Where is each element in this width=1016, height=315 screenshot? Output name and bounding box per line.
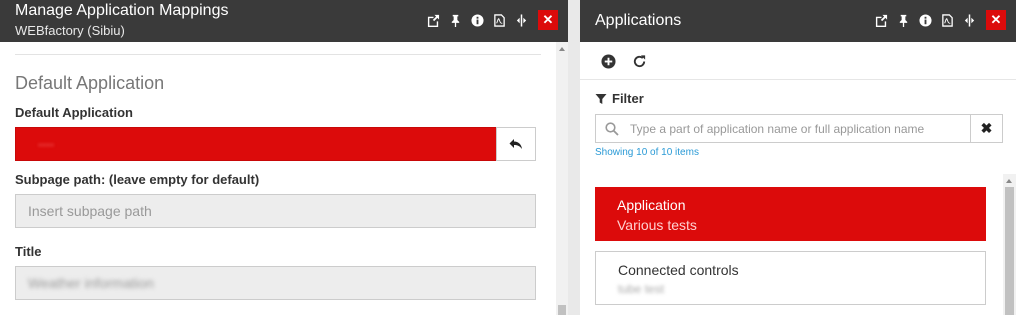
item-title: Application xyxy=(617,197,686,213)
undo-icon xyxy=(509,139,522,149)
apps-toolbar xyxy=(580,42,1016,80)
default-app-value: ---- xyxy=(38,137,54,151)
refresh-icon[interactable] xyxy=(630,52,648,70)
item-subtitle: Various tests xyxy=(617,217,697,233)
title-input[interactable]: Weather information xyxy=(15,266,536,300)
pdf-icon[interactable] xyxy=(936,10,958,30)
filter-icon xyxy=(595,93,607,104)
left-scrollbar[interactable] xyxy=(556,42,568,315)
filter-heading: Filter xyxy=(595,91,644,106)
close-icon[interactable]: ✕ xyxy=(538,10,558,30)
panel-header: Applications ✕ xyxy=(580,0,1016,42)
default-app-field[interactable]: ---- xyxy=(15,127,497,161)
default-app-label: Default Application xyxy=(15,105,133,120)
resize-icon[interactable] xyxy=(510,10,532,30)
right-scrollbar[interactable] xyxy=(1003,174,1016,315)
info-icon[interactable] xyxy=(914,10,936,30)
item-title: Connected controls xyxy=(618,262,739,278)
list-item[interactable]: Connected controls tube test xyxy=(595,251,986,305)
panel-subtitle: WEBfactory (Sibiu) xyxy=(15,23,125,38)
close-icon[interactable]: ✕ xyxy=(986,10,1006,30)
showing-count: Showing 10 of 10 items xyxy=(595,147,699,158)
list-item[interactable]: Application Various tests xyxy=(595,187,986,241)
header-toolbar: ✕ xyxy=(422,10,558,30)
filter-label: Filter xyxy=(612,91,644,106)
header-toolbar: ✕ xyxy=(870,10,1006,30)
pin-icon[interactable] xyxy=(444,10,466,30)
applications-panel: Applications ✕ Filter Type a part of app… xyxy=(580,0,1016,315)
subpage-input[interactable]: Insert subpage path xyxy=(15,194,536,228)
scroll-thumb[interactable] xyxy=(558,305,566,315)
undo-button[interactable] xyxy=(496,127,536,161)
scroll-up-icon[interactable] xyxy=(1006,179,1012,183)
pin-icon[interactable] xyxy=(892,10,914,30)
clear-search-button[interactable]: ✖ xyxy=(970,114,1003,143)
add-icon[interactable] xyxy=(599,52,617,70)
search-input[interactable] xyxy=(630,115,960,142)
panel-title: Applications xyxy=(595,12,682,29)
title-value: Weather information xyxy=(28,275,154,291)
popout-icon[interactable] xyxy=(422,10,444,30)
section-title: Default Application xyxy=(15,73,165,93)
search-box xyxy=(595,114,971,143)
title-label: Title xyxy=(15,244,42,259)
popout-icon[interactable] xyxy=(870,10,892,30)
panel-body: Default Application Default Application … xyxy=(0,42,556,315)
info-icon[interactable] xyxy=(466,10,488,30)
manage-mappings-panel: Manage Application Mappings WEBfactory (… xyxy=(0,0,568,315)
scroll-thumb[interactable] xyxy=(1005,187,1014,315)
item-subtitle: tube test xyxy=(618,282,665,296)
scroll-up-icon[interactable] xyxy=(559,47,565,51)
resize-icon[interactable] xyxy=(958,10,980,30)
pdf-icon[interactable] xyxy=(488,10,510,30)
search-icon xyxy=(605,122,619,136)
panel-title: Manage Application Mappings xyxy=(15,2,229,19)
subpage-label: Subpage path: (leave empty for default) xyxy=(15,172,260,187)
divider xyxy=(15,54,541,55)
panel-header: Manage Application Mappings WEBfactory (… xyxy=(0,0,568,42)
